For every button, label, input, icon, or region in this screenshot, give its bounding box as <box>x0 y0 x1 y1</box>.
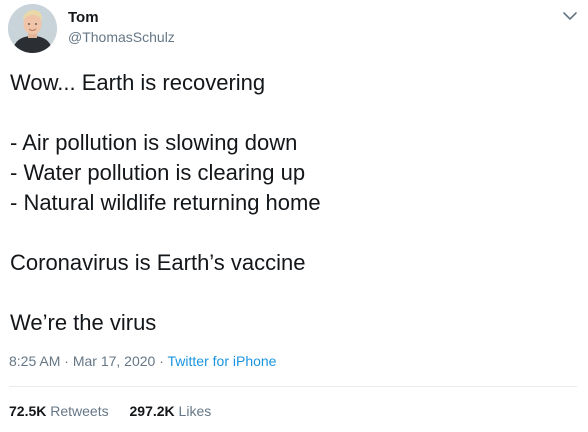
tweet-stats: 72.5K Retweets 297.2K Likes <box>9 402 211 420</box>
retweets-label: Retweets <box>50 403 109 419</box>
tweet-line: ​ <box>10 278 570 308</box>
author-name[interactable]: Tom <box>68 9 99 27</box>
tweet-line: Wow... Earth is recovering <box>10 70 266 95</box>
tweet-line: ​ <box>10 98 570 128</box>
retweets-count: 72.5K <box>9 403 47 419</box>
tweet-line: - Air pollution is slowing down <box>10 130 298 155</box>
chevron-down-icon[interactable] <box>560 6 580 26</box>
likes-label: Likes <box>178 403 212 419</box>
tweet-line: - Natural wildlife returning home <box>10 190 321 215</box>
tweet-date[interactable]: Mar 17, 2020 <box>73 353 156 369</box>
author-handle[interactable]: @ThomasSchulz <box>68 29 175 46</box>
tweet-source-link[interactable]: Twitter for iPhone <box>168 353 277 369</box>
tweet-card: Tom @ThomasSchulz Wow... Earth is recove… <box>0 0 588 432</box>
meta-separator: · <box>159 353 164 369</box>
likes-count: 297.2K <box>129 403 175 419</box>
tweet-time[interactable]: 8:25 AM <box>9 353 60 369</box>
tweet-line: ​ <box>10 218 570 248</box>
likes-stat[interactable]: 297.2K Likes <box>130 402 212 420</box>
tweet-line: Coronavirus is Earth’s vaccine <box>10 250 306 275</box>
tweet-meta: 8:25 AM · Mar 17, 2020 · Twitter for iPh… <box>9 352 276 370</box>
retweets-stat[interactable]: 72.5K Retweets <box>9 402 109 420</box>
avatar[interactable] <box>8 4 57 53</box>
meta-separator: · <box>64 353 69 369</box>
tweet-line: - Water pollution is clearing up <box>10 160 306 185</box>
tweet-text: Wow... Earth is recovering​- Air polluti… <box>10 68 570 338</box>
tweet-line: We’re the virus <box>10 310 157 335</box>
divider <box>9 386 577 387</box>
